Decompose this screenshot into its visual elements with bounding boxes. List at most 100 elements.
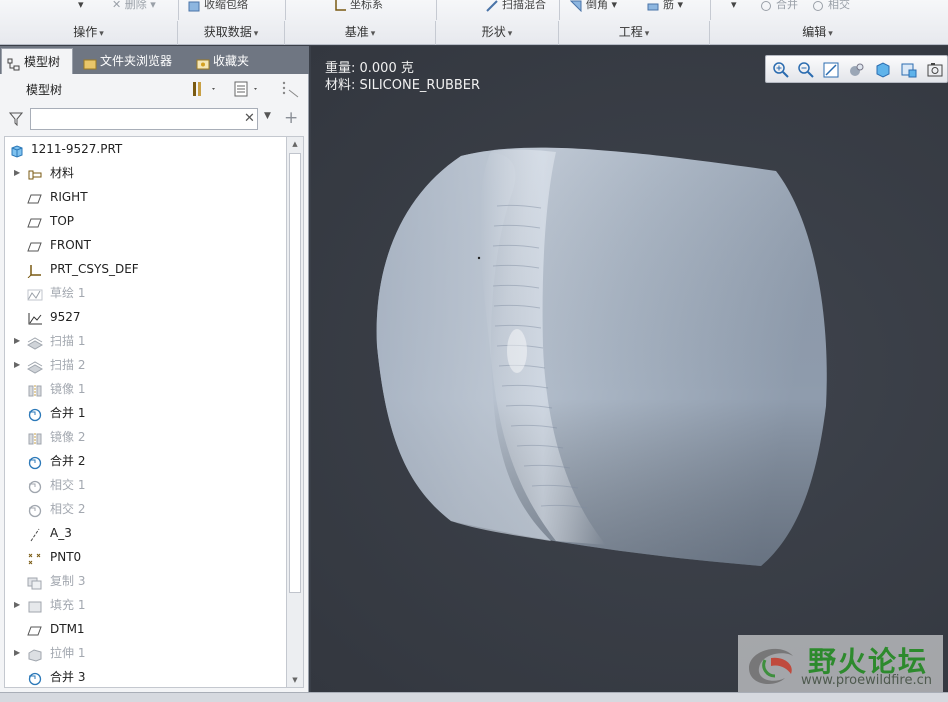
shrinkwrap-icon bbox=[188, 0, 200, 12]
settings-tools-icon[interactable] bbox=[191, 80, 217, 98]
scroll-up-arrow-icon[interactable]: ▲ bbox=[287, 137, 303, 151]
tree-node-label: 相交 1 bbox=[50, 478, 86, 492]
expand-arrow-icon[interactable]: ▶ bbox=[14, 161, 20, 185]
panel-options-icon[interactable] bbox=[280, 80, 302, 98]
tab-model-tree[interactable]: 模型树 bbox=[1, 48, 73, 74]
tree-node-label: 扫描 2 bbox=[50, 358, 86, 372]
group-datum[interactable]: 基准 bbox=[285, 21, 436, 45]
csys-button[interactable]: 坐标系 bbox=[334, 0, 383, 13]
clear-search-icon[interactable]: ✕ bbox=[244, 111, 255, 126]
tree-node-label: RIGHT bbox=[50, 190, 88, 204]
navigator-tabs: 模型树 文件夹浏览器 收藏夹 bbox=[0, 46, 309, 74]
group-get-data[interactable]: 获取数据 bbox=[178, 21, 285, 45]
scroll-down-arrow-icon[interactable]: ▼ bbox=[287, 673, 303, 687]
operations-dropdown[interactable]: ▾ bbox=[78, 0, 84, 13]
display-style-icon[interactable] bbox=[874, 61, 892, 79]
view-manager-icon[interactable] bbox=[926, 61, 944, 79]
group-editing[interactable]: 编辑 bbox=[710, 21, 925, 45]
tree-node[interactable]: RIGHT bbox=[5, 185, 286, 209]
tree-node-label: 材料 bbox=[50, 166, 75, 180]
tab-favorites[interactable]: 收藏夹 bbox=[191, 48, 261, 74]
model-tree-icon bbox=[7, 55, 21, 71]
tree-scrollbar[interactable]: ▲ ▼ bbox=[287, 136, 304, 688]
tree-node[interactable]: ▶ 扫描 2 bbox=[5, 353, 286, 377]
expand-arrow-icon[interactable]: ▶ bbox=[14, 329, 20, 353]
sweep-icon bbox=[26, 358, 44, 374]
expand-arrow-icon[interactable]: ▶ bbox=[14, 641, 20, 665]
sketch-icon bbox=[27, 286, 43, 301]
tree-node[interactable]: A_3 bbox=[5, 521, 286, 545]
tree-search-input[interactable] bbox=[30, 108, 258, 130]
expand-arrow-icon[interactable]: ▶ bbox=[14, 593, 20, 617]
tree-node-label: PNT0 bbox=[50, 550, 82, 564]
datum-plane-icon bbox=[27, 190, 43, 204]
group-engineering[interactable]: 工程 bbox=[559, 21, 710, 45]
tree-node[interactable]: 复制 3 bbox=[5, 569, 286, 593]
intersect-button[interactable]: 相交 bbox=[812, 0, 850, 13]
merge-icon bbox=[27, 670, 43, 686]
expand-arrow-icon[interactable]: ▶ bbox=[14, 353, 20, 377]
edit-dropdown[interactable]: ▾ bbox=[731, 0, 737, 13]
tree-node-label: 镜像 2 bbox=[50, 430, 86, 444]
tree-node[interactable]: DTM1 bbox=[5, 617, 286, 641]
tree-node-label: 扫描 1 bbox=[50, 334, 86, 348]
refit-icon[interactable] bbox=[822, 61, 840, 79]
tree-node[interactable]: ▶ 扫描 1 bbox=[5, 329, 286, 353]
swept-blend-icon bbox=[486, 0, 498, 12]
search-dropdown-icon[interactable]: ▼ bbox=[264, 111, 271, 121]
tree-node[interactable]: PNT0 bbox=[5, 545, 286, 569]
rib-icon bbox=[647, 0, 659, 12]
watermark: 野火论坛 www.proewildfire.cn bbox=[738, 635, 943, 692]
tree-node[interactable]: 合并 3 bbox=[5, 665, 286, 687]
tree-root[interactable]: 1211-9527.PRT bbox=[5, 137, 286, 161]
part-icon bbox=[9, 142, 25, 158]
app-window: ▾ ✕ 删除 ▾ 收缩包络 坐标系 扫描混合 倒角 ▾ 筋 ▾ ▾ 合并 相交 … bbox=[0, 0, 948, 702]
weight-text: 重量: 0.000 克 bbox=[325, 61, 414, 76]
tree-node[interactable]: 相交 2 bbox=[5, 497, 286, 521]
zoom-in-icon[interactable] bbox=[772, 61, 790, 79]
fill-icon bbox=[27, 598, 43, 613]
intersect-icon bbox=[27, 502, 43, 518]
tree-node[interactable]: 镜像 2 bbox=[5, 425, 286, 449]
tree-node[interactable]: ▶ 材料 bbox=[5, 161, 286, 185]
tree-node[interactable]: FRONT bbox=[5, 233, 286, 257]
tree-node[interactable]: 9527 bbox=[5, 305, 286, 329]
csys-icon bbox=[27, 262, 43, 279]
tree-node-label: PRT_CSYS_DEF bbox=[50, 262, 139, 276]
group-operations[interactable]: 操作 bbox=[0, 21, 178, 45]
zoom-out-icon[interactable] bbox=[797, 61, 815, 79]
saved-orientations-icon[interactable] bbox=[900, 61, 918, 79]
tree-root-label: 1211-9527.PRT bbox=[31, 142, 123, 156]
show-options-icon[interactable] bbox=[233, 80, 259, 98]
datum-point-icon bbox=[27, 550, 43, 565]
tree-node[interactable]: 合并 1 bbox=[5, 401, 286, 425]
tree-node[interactable]: 相交 1 bbox=[5, 473, 286, 497]
navigator-panel: 模型树 文件夹浏览器 收藏夹 模型树 ✕ ▼ + 1211-9527.PRT ▶… bbox=[0, 46, 309, 692]
filter-icon[interactable] bbox=[8, 112, 24, 127]
tree-node[interactable]: 合并 2 bbox=[5, 449, 286, 473]
tree-node[interactable]: ▶ 填充 1 bbox=[5, 593, 286, 617]
delete-button[interactable]: ✕ 删除 ▾ bbox=[112, 0, 156, 13]
add-filter-icon[interactable]: + bbox=[284, 108, 298, 128]
tree-node-label: 草绘 1 bbox=[50, 286, 86, 300]
tree-node-label: 复制 3 bbox=[50, 574, 86, 588]
intersect-icon bbox=[27, 478, 43, 494]
graphics-window[interactable]: 重量: 0.000 克 材料: SILICONE_RUBBER 野火论坛 www… bbox=[311, 46, 948, 692]
favorites-icon bbox=[196, 54, 210, 70]
merge-button[interactable]: 合并 bbox=[760, 0, 798, 13]
group-shapes[interactable]: 形状 bbox=[436, 21, 559, 45]
repaint-icon[interactable] bbox=[848, 61, 866, 79]
rib-button[interactable]: 筋 ▾ bbox=[647, 0, 683, 13]
scroll-thumb[interactable] bbox=[289, 153, 301, 593]
chamfer-button[interactable]: 倒角 ▾ bbox=[570, 0, 617, 13]
tree-node-label: 合并 3 bbox=[50, 670, 86, 684]
shrinkwrap-button[interactable]: 收缩包络 bbox=[188, 0, 248, 13]
csys-icon bbox=[334, 0, 346, 12]
tree-node[interactable]: 镜像 1 bbox=[5, 377, 286, 401]
tree-node[interactable]: PRT_CSYS_DEF bbox=[5, 257, 286, 281]
tree-node[interactable]: TOP bbox=[5, 209, 286, 233]
tree-node[interactable]: ▶ 拉伸 1 bbox=[5, 641, 286, 665]
tab-folder-browser[interactable]: 文件夹浏览器 bbox=[78, 48, 186, 74]
tree-node[interactable]: 草绘 1 bbox=[5, 281, 286, 305]
swept-blend-button[interactable]: 扫描混合 bbox=[486, 0, 546, 13]
